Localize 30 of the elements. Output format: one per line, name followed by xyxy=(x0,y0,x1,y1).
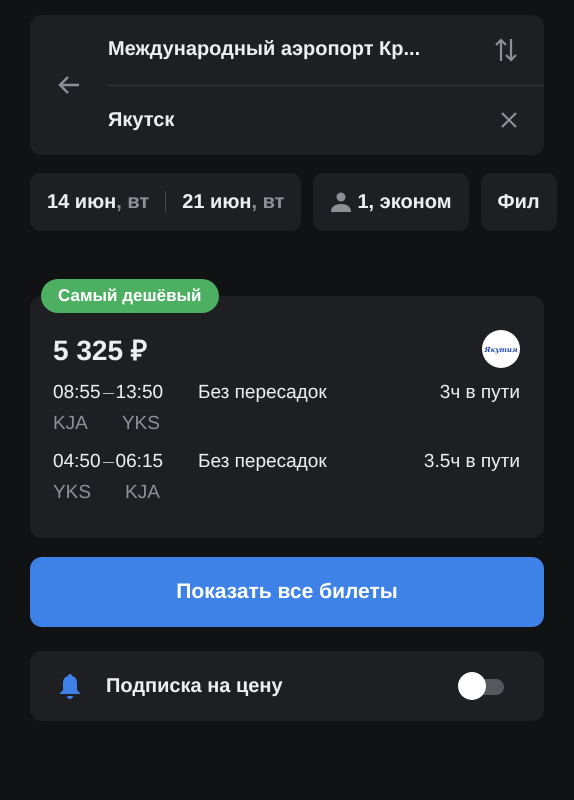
clear-icon[interactable] xyxy=(500,111,518,130)
stops-label: Без пересадок xyxy=(198,382,328,404)
price-alert-label: Подписка на цену xyxy=(106,674,284,698)
depart-date[interactable]: 14 июн xyxy=(47,190,116,214)
stops-label: Без пересадок xyxy=(198,451,328,473)
arrival-time: 06:15 xyxy=(116,451,164,473)
show-all-tickets-button[interactable]: Показать все билеты xyxy=(30,557,544,627)
arrival-time: 13:50 xyxy=(116,382,164,404)
price-alert-toggle[interactable] xyxy=(458,672,504,700)
departure-time: 04:50 xyxy=(53,451,101,473)
weekday-label: , вт xyxy=(116,190,150,214)
bell-icon xyxy=(58,673,82,699)
price: 5 325 ₽ xyxy=(53,334,147,368)
back-arrow-icon[interactable] xyxy=(57,75,81,95)
airport-code: KJA xyxy=(53,413,88,435)
airport-code: KJA xyxy=(125,482,160,504)
destination-field[interactable]: Якутск xyxy=(108,108,174,132)
origin-field[interactable]: Международный аэропорт Кр... xyxy=(108,38,420,62)
duration-label: 3ч в пути xyxy=(440,382,520,404)
airport-code: YKS xyxy=(122,413,160,435)
person-icon xyxy=(330,192,352,212)
passengers-button[interactable]: 1, эконом xyxy=(313,173,469,231)
cheapest-badge: Самый дешёвый xyxy=(41,279,218,313)
airport-code: YKS xyxy=(53,482,92,504)
departure-time: 08:55 xyxy=(53,382,101,404)
duration-label: 3.5ч в пути xyxy=(424,451,520,473)
swap-icon[interactable] xyxy=(494,36,518,63)
weekday-label: , вт xyxy=(251,190,284,214)
filters-button[interactable]: Фил xyxy=(480,173,557,231)
return-date[interactable]: 21 июн xyxy=(182,190,252,214)
